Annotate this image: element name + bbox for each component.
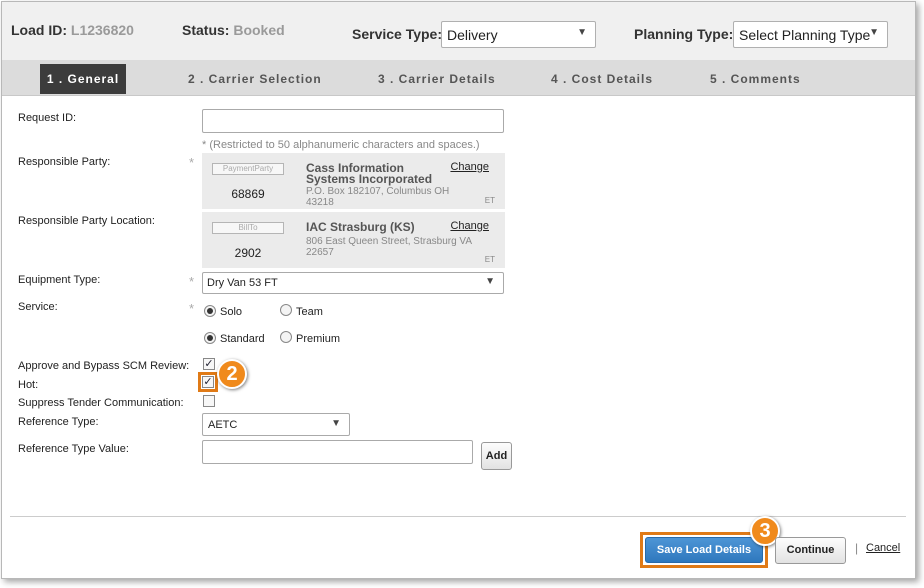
service-solo-label: Solo: [220, 306, 243, 318]
planning-type-label: Planning Type:: [634, 26, 734, 42]
load-details-window: Load ID: L1236820 Status: Booked Service…: [1, 1, 916, 579]
service-label: Service:: [18, 301, 58, 313]
service-standard-label: Standard: [220, 333, 265, 345]
service-team-label: Team: [296, 306, 323, 318]
responsible-party-label: Responsible Party:: [18, 156, 111, 168]
service-standard-radio[interactable]: [204, 332, 216, 344]
load-id-label: Load ID:: [11, 22, 67, 38]
continue-button[interactable]: Continue: [775, 537, 846, 564]
tab-carrier-selection[interactable]: 2 . Carrier Selection: [188, 64, 322, 94]
footer-separator: |: [855, 541, 859, 555]
location-role-tag: BillTo: [212, 222, 284, 234]
approve-bypass-checkbox[interactable]: ✓: [203, 358, 215, 370]
request-id-label: Request ID:: [18, 112, 77, 124]
chevron-down-icon: ▼: [485, 276, 495, 287]
responsible-location-label: Responsible Party Location:: [18, 215, 155, 227]
request-id-hint: * (Restricted to 50 alphanumeric charact…: [202, 139, 480, 151]
cancel-link[interactable]: Cancel: [866, 542, 900, 554]
wizard-tabs: 1 . General 2 . Carrier Selection 3 . Ca…: [2, 60, 915, 96]
tab-carrier-details[interactable]: 3 . Carrier Details: [378, 64, 496, 94]
tab-comments[interactable]: 5 . Comments: [710, 64, 801, 94]
location-timezone: ET: [484, 255, 495, 264]
hot-checkbox[interactable]: ✓: [202, 376, 214, 388]
request-id-input[interactable]: [202, 109, 504, 133]
add-reference-button[interactable]: Add: [481, 442, 512, 470]
responsible-location-card: BillTo 2902 IAC Strasburg (KS) 806 East …: [202, 212, 505, 268]
suppress-tender-label: Suppress Tender Communication:: [18, 397, 184, 409]
equipment-type-select[interactable]: Dry Van 53 FT ▼: [202, 272, 504, 294]
status-value: Booked: [233, 22, 285, 38]
required-marker: *: [189, 301, 195, 316]
tab-general[interactable]: 1 . General: [40, 64, 126, 94]
required-marker: *: [189, 274, 195, 289]
responsible-party-card: PaymentParty 68869 Cass Information Syst…: [202, 153, 505, 209]
approve-bypass-label: Approve and Bypass SCM Review:: [18, 360, 190, 372]
service-premium-radio[interactable]: [280, 331, 292, 343]
save-load-details-button[interactable]: Save Load Details: [645, 537, 763, 563]
reference-type-value: AETC: [208, 419, 238, 431]
chevron-down-icon: ▼: [869, 27, 879, 38]
service-type-label: Service Type:: [352, 26, 443, 42]
location-name: IAC Strasburg (KS): [306, 220, 415, 234]
load-id-value: L1236820: [70, 22, 134, 38]
party-code: 68869: [231, 187, 265, 201]
change-location-link[interactable]: Change: [450, 220, 489, 232]
equipment-type-value: Dry Van 53 FT: [207, 277, 278, 289]
step-2-callout: 2: [217, 359, 247, 389]
reference-value-label: Reference Type Value:: [18, 443, 129, 455]
load-id: Load ID: L1236820: [11, 22, 134, 38]
party-address: P.O. Box 182107, Columbus OH 43218: [306, 186, 450, 208]
suppress-tender-checkbox[interactable]: [203, 395, 215, 407]
equipment-type-label: Equipment Type:: [18, 274, 101, 286]
service-type-select[interactable]: Delivery ▼: [441, 21, 596, 48]
service-solo-radio[interactable]: [204, 305, 216, 317]
reference-value-input[interactable]: [202, 440, 473, 464]
status-label: Status:: [182, 22, 230, 38]
tab-cost-details[interactable]: 4 . Cost Details: [551, 64, 653, 94]
chevron-down-icon: ▼: [577, 27, 587, 38]
location-address: 806 East Queen Street, Strasburg VA 2265…: [306, 236, 472, 258]
reference-type-label: Reference Type:: [18, 416, 99, 428]
reference-type-select[interactable]: AETC ▼: [202, 413, 350, 436]
service-premium-label: Premium: [296, 333, 341, 345]
load-header: Load ID: L1236820 Status: Booked Service…: [2, 2, 915, 60]
hot-label: Hot:: [18, 379, 39, 391]
location-code: 2902: [234, 246, 262, 260]
change-party-link[interactable]: Change: [450, 161, 489, 173]
required-marker: *: [189, 155, 195, 170]
service-team-radio[interactable]: [280, 304, 292, 316]
planning-type-value: Select Planning Type: [739, 27, 871, 43]
party-timezone: ET: [484, 196, 495, 205]
service-type-value: Delivery: [447, 27, 498, 43]
chevron-down-icon: ▼: [331, 418, 341, 429]
planning-type-select[interactable]: Select Planning Type ▼: [733, 21, 888, 48]
party-role-tag: PaymentParty: [212, 163, 284, 175]
load-status: Status: Booked: [182, 22, 285, 38]
party-name: Cass Information Systems Incorporated: [306, 161, 433, 186]
